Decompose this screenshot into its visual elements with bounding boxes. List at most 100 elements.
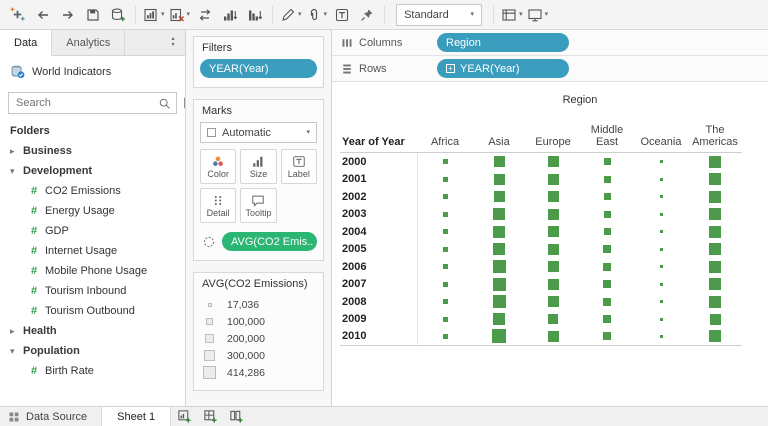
mark-cell[interactable] (418, 153, 472, 171)
caret-down-icon[interactable]: ▾ (10, 166, 23, 177)
mark-cell[interactable] (580, 241, 634, 259)
size-legend-item[interactable]: 17,036 (202, 296, 315, 313)
paperclip-button[interactable]: ▾ (304, 2, 330, 28)
mark-cell[interactable] (418, 311, 472, 329)
redo-button[interactable] (55, 2, 80, 28)
folder-population[interactable]: ▾Population (0, 341, 185, 361)
new-worksheet-button[interactable]: ▾ (141, 2, 167, 28)
mark-cell[interactable] (418, 276, 472, 294)
tab-analytics[interactable]: Analytics (52, 30, 125, 55)
save-button[interactable] (80, 2, 105, 28)
mark-cell[interactable] (580, 328, 634, 346)
field-tourism-inbound[interactable]: #Tourism Inbound (0, 281, 185, 301)
mark-cell[interactable] (526, 276, 580, 294)
undo-button[interactable] (30, 2, 55, 28)
mark-cell[interactable] (472, 241, 526, 259)
mark-cell[interactable] (580, 153, 634, 171)
new-worksheet-tab-button[interactable] (171, 407, 197, 426)
mark-cell[interactable] (634, 328, 688, 346)
mark-cell[interactable] (634, 276, 688, 294)
mark-cell[interactable] (688, 223, 742, 241)
mark-cell[interactable] (688, 206, 742, 224)
caret-down-icon[interactable]: ▾ (10, 346, 23, 357)
mark-cell[interactable] (526, 206, 580, 224)
mark-cell[interactable] (580, 293, 634, 311)
mark-cell[interactable] (580, 188, 634, 206)
mark-cell[interactable] (418, 223, 472, 241)
mark-cell[interactable] (634, 171, 688, 189)
mark-cell[interactable] (580, 311, 634, 329)
mark-cell[interactable] (472, 293, 526, 311)
columns-pill-region[interactable]: Region (437, 33, 569, 52)
mark-cell[interactable] (472, 311, 526, 329)
mark-cell[interactable] (688, 171, 742, 189)
mark-cell[interactable] (418, 293, 472, 311)
mark-cell[interactable] (688, 241, 742, 259)
mark-type-select[interactable]: Automatic ▾ (200, 122, 317, 143)
size-legend-item[interactable]: 200,000 (202, 330, 315, 347)
rows-pill-year[interactable]: + YEAR(Year) (437, 59, 569, 78)
mark-cell[interactable] (526, 153, 580, 171)
marks-pill-co2[interactable]: AVG(CO2 Emis.. (222, 232, 317, 251)
mark-cell[interactable] (526, 311, 580, 329)
detail-button[interactable]: Detail (200, 188, 236, 223)
field-gdp[interactable]: #GDP (0, 221, 185, 241)
mark-cell[interactable] (580, 171, 634, 189)
datasource-item[interactable]: World Indicators (0, 56, 185, 85)
size-legend-item[interactable]: 100,000 (202, 313, 315, 330)
mark-cell[interactable] (526, 223, 580, 241)
mark-cell[interactable] (688, 153, 742, 171)
mark-cell[interactable] (688, 258, 742, 276)
viz-pane[interactable]: Region Year of YearAfricaAsiaEuropeMiddl… (332, 82, 768, 406)
new-data-source-button[interactable] (105, 2, 130, 28)
mark-cell[interactable] (688, 293, 742, 311)
columns-shelf[interactable]: Columns Region (332, 30, 768, 56)
field-internet-usage[interactable]: #Internet Usage (0, 241, 185, 261)
tab-data[interactable]: Data (0, 30, 52, 56)
mark-cell[interactable] (418, 328, 472, 346)
folder-development[interactable]: ▾Development (0, 161, 185, 181)
fit-select[interactable]: Standard ▾ (396, 4, 482, 26)
mark-cell[interactable] (580, 206, 634, 224)
fix-axes-button[interactable] (354, 2, 379, 28)
field-birth-rate[interactable]: #Birth Rate (0, 361, 185, 381)
mark-cell[interactable] (526, 188, 580, 206)
mark-cell[interactable] (634, 293, 688, 311)
filter-pill-year[interactable]: YEAR(Year) (200, 59, 317, 78)
mark-cell[interactable] (634, 206, 688, 224)
size-legend-item[interactable]: 414,286 (202, 364, 315, 381)
sort-descending-button[interactable] (242, 2, 267, 28)
swap-rows-columns-button[interactable] (192, 2, 217, 28)
mark-cell[interactable] (526, 293, 580, 311)
size-button[interactable]: Size (240, 149, 276, 184)
mark-cell[interactable] (634, 153, 688, 171)
new-dashboard-button[interactable] (197, 407, 223, 426)
data-source-tab[interactable]: Data Source (0, 407, 102, 426)
field-mobile-phone-usage[interactable]: #Mobile Phone Usage (0, 261, 185, 281)
mark-cell[interactable] (526, 258, 580, 276)
mark-cell[interactable] (472, 276, 526, 294)
pane-swap-icon[interactable]: ▴▾ (161, 30, 185, 55)
mark-cell[interactable] (580, 223, 634, 241)
mark-cell[interactable] (634, 188, 688, 206)
mark-cell[interactable] (472, 328, 526, 346)
new-story-button[interactable] (223, 407, 249, 426)
mark-cell[interactable] (472, 206, 526, 224)
mark-cell[interactable] (580, 276, 634, 294)
mark-cell[interactable] (634, 258, 688, 276)
expand-plus-icon[interactable]: + (446, 64, 455, 73)
mark-cell[interactable] (634, 241, 688, 259)
sort-ascending-button[interactable] (217, 2, 242, 28)
mark-cell[interactable] (418, 206, 472, 224)
highlight-button[interactable]: ▾ (278, 2, 304, 28)
folder-health[interactable]: ▸Health (0, 321, 185, 341)
mark-cell[interactable] (526, 171, 580, 189)
mark-cell[interactable] (526, 328, 580, 346)
sheet-tab-sheet1[interactable]: Sheet 1 (102, 407, 171, 426)
mark-cell[interactable] (472, 188, 526, 206)
mark-cell[interactable] (526, 241, 580, 259)
mark-cell[interactable] (634, 311, 688, 329)
mark-cell[interactable] (580, 258, 634, 276)
mark-cell[interactable] (418, 188, 472, 206)
size-legend-item[interactable]: 300,000 (202, 347, 315, 364)
